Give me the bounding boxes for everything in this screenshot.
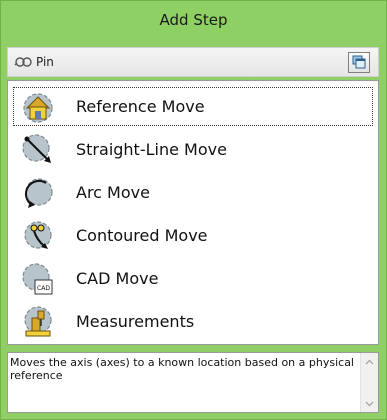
step-label: CAD Move (76, 269, 159, 288)
step-item-arc-move[interactable]: Arc Move (13, 173, 373, 212)
step-item-reference-move[interactable]: Reference Move (13, 87, 373, 126)
description-scrollbar[interactable] (360, 353, 378, 412)
step-label: Measurements (76, 312, 195, 331)
straight-line-move-icon (22, 133, 51, 163)
scroll-up-button[interactable] (361, 353, 378, 370)
step-label: Straight-Line Move (76, 140, 227, 159)
pin-toolbar: Pin (7, 47, 379, 77)
cad-move-icon: CAD (22, 262, 53, 294)
step-list[interactable]: Reference Move Straight-Line Move Arc Mo… (7, 80, 379, 345)
step-label: Arc Move (76, 183, 150, 202)
reference-move-icon (23, 92, 53, 123)
chevron-down-icon (365, 401, 374, 406)
step-label: Contoured Move (76, 226, 208, 245)
contoured-move-icon (24, 220, 52, 249)
measurements-icon (24, 305, 52, 336)
step-item-measurements[interactable]: Measurements (13, 302, 373, 341)
step-description-box: Moves the axis (axes) to a known locatio… (7, 352, 379, 413)
arc-move-icon (25, 177, 53, 208)
dock-window-icon (352, 55, 366, 69)
add-step-panel: Add Step Pin Reference Move Straight-Lin… (0, 0, 387, 420)
step-description-text: Moves the axis (axes) to a known locatio… (10, 356, 354, 382)
pin-label[interactable]: Pin (36, 55, 54, 69)
step-item-contoured-move[interactable]: Contoured Move (13, 216, 373, 255)
chevron-up-icon (365, 359, 374, 364)
cad-badge-text: CAD (37, 285, 50, 292)
step-label: Reference Move (76, 97, 205, 116)
scroll-down-button[interactable] (361, 395, 378, 412)
panel-title: Add Step (1, 1, 386, 40)
step-item-straight-line-move[interactable]: Straight-Line Move (13, 130, 373, 169)
step-item-cad-move[interactable]: CAD CAD Move (13, 259, 373, 298)
pin-icon[interactable] (14, 53, 34, 71)
dock-window-button[interactable] (348, 51, 370, 73)
